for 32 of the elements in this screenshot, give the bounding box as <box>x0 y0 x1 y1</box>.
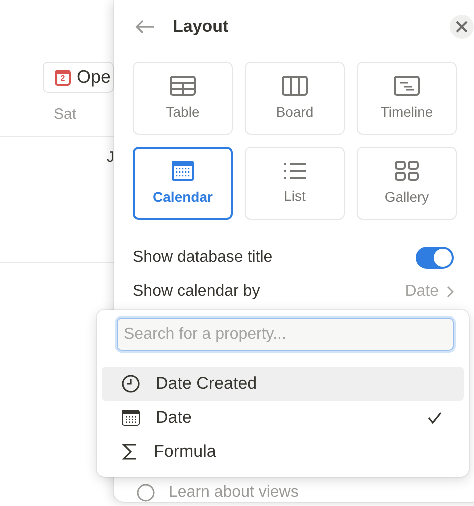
setting-label: Show calendar by <box>133 282 260 301</box>
chevron-right-icon <box>447 286 454 298</box>
timeline-icon <box>394 76 420 96</box>
clock-icon <box>122 375 140 393</box>
learn-link[interactable]: Learn about views <box>137 484 474 502</box>
calendar-date-icon: 2 <box>55 70 71 86</box>
open-button[interactable]: 2 Ope <box>43 62 114 93</box>
layout-option[interactable]: Table <box>133 62 233 135</box>
layout-option[interactable]: Timeline <box>357 62 457 135</box>
grid-icon <box>395 161 419 182</box>
layout-option[interactable]: Calendar <box>133 146 233 220</box>
setting-label: Show database title <box>133 248 273 267</box>
layout-option[interactable]: Board <box>245 62 345 135</box>
panel-title: Layout <box>173 17 230 38</box>
property-option[interactable]: Date Created <box>102 367 464 401</box>
property-option[interactable]: Date <box>102 401 464 435</box>
day-header: Sat <box>54 106 77 123</box>
toggle-switch[interactable] <box>416 246 454 269</box>
search-field[interactable]: Search for a property... <box>117 318 454 351</box>
calendar-cell-text: J <box>107 149 114 166</box>
property-option[interactable]: Formula <box>102 435 464 469</box>
checkmark-icon <box>428 412 442 424</box>
sigma-icon <box>122 443 138 461</box>
calendar-icon <box>122 410 140 426</box>
table-icon <box>170 76 196 96</box>
layout-option[interactable]: Gallery <box>357 146 457 220</box>
layout-option[interactable]: List <box>245 146 345 220</box>
columns-icon <box>282 76 308 96</box>
close-icon[interactable] <box>450 15 474 40</box>
setting-value-link[interactable]: Date <box>405 282 454 301</box>
list-icon <box>283 162 307 180</box>
calendar-icon <box>172 161 194 182</box>
